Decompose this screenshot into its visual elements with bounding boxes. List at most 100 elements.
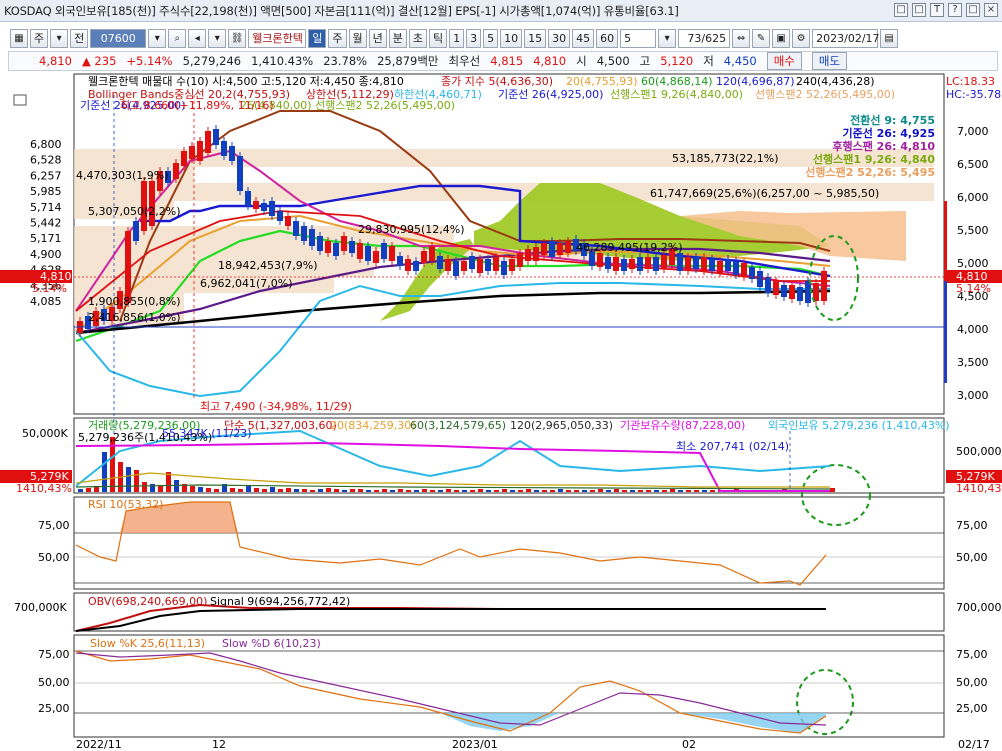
- volume-bar: [414, 490, 419, 492]
- vp-label-8: 6,962,041(7,0%): [200, 277, 293, 290]
- volume-bar: [350, 489, 355, 492]
- maximize-icon[interactable]: □: [966, 3, 980, 17]
- num-5[interactable]: 5: [483, 28, 499, 48]
- volume-bar: [422, 489, 427, 492]
- legend-span1: 선행스팬1 9,26(4,840,00): [610, 88, 743, 101]
- candle-body: [293, 221, 299, 236]
- interval-year[interactable]: 년: [368, 28, 387, 48]
- volume-bar: [622, 490, 627, 492]
- volume-bar: [582, 490, 587, 492]
- volume-bar: [366, 490, 371, 492]
- candle-body: [269, 201, 275, 216]
- volume-bar: [78, 489, 83, 492]
- interval-minute[interactable]: 분: [388, 28, 407, 48]
- sell-button[interactable]: 매도: [811, 52, 848, 70]
- stoch-tick-50-right: 50,00: [956, 676, 988, 689]
- volume-bar: [470, 490, 475, 492]
- vp-label-5: 29,830,995(12,4%): [358, 223, 465, 236]
- interval-week[interactable]: 주: [328, 28, 347, 48]
- candle-body: [637, 257, 643, 271]
- candle-body: [229, 146, 235, 161]
- num-45[interactable]: 45: [572, 28, 595, 48]
- candle-body: [549, 241, 555, 257]
- interval-second[interactable]: 초: [408, 28, 427, 48]
- prev-button[interactable]: 전: [70, 28, 89, 48]
- open-label: 시: [576, 54, 587, 68]
- candle-body: [493, 257, 499, 271]
- candle-body: [389, 246, 395, 261]
- vol-ytick-left: 50,000K: [22, 427, 68, 440]
- candle-body: [373, 251, 379, 263]
- volume-bar: [310, 490, 315, 492]
- stock-code-input[interactable]: 07600: [90, 28, 147, 48]
- price-ytick-left: 4,085: [30, 295, 62, 308]
- tile-icon[interactable]: □: [912, 3, 926, 17]
- link-icon[interactable]: ⛓: [228, 28, 247, 48]
- scale-icon[interactable]: ⇔: [732, 28, 751, 48]
- text-icon[interactable]: T: [930, 3, 944, 17]
- candle-body: [445, 259, 451, 271]
- close-icon[interactable]: ×: [984, 3, 998, 17]
- interval-tick[interactable]: 틱: [429, 28, 448, 48]
- buy-button[interactable]: 매수: [766, 52, 802, 70]
- price-ytick-right: 3,500: [957, 356, 989, 369]
- candle-body: [397, 256, 403, 266]
- chevron-down-icon[interactable]: ▾: [50, 28, 69, 48]
- num-10[interactable]: 10: [500, 28, 523, 48]
- num-30[interactable]: 30: [548, 28, 571, 48]
- candle-body: [701, 257, 707, 271]
- volume-bar: [438, 490, 443, 492]
- num-15[interactable]: 15: [524, 28, 547, 48]
- num-1[interactable]: 1: [449, 28, 465, 48]
- best-sell: 4,815: [490, 54, 524, 68]
- obv-tick-left: 700,000K: [14, 601, 67, 614]
- candle-body: [717, 261, 723, 273]
- vp-label-1: 53,185,773(22,1%): [672, 152, 779, 165]
- candle-body: [277, 211, 283, 221]
- help-icon[interactable]: ?: [948, 3, 962, 17]
- volume-bar: [198, 487, 203, 492]
- volume-bar: [374, 490, 379, 492]
- date-input[interactable]: 2023/02/17: [812, 28, 880, 48]
- volume-bar: [206, 488, 211, 492]
- gear-icon[interactable]: ⚙: [792, 28, 811, 48]
- candle-body: [597, 253, 603, 267]
- chevron-down-icon[interactable]: ▾: [658, 28, 677, 48]
- turnover: 23.78%: [323, 54, 368, 68]
- high-annotation: 최고 8,660(+11,89%, 11/16): [120, 99, 274, 112]
- vol-legend-ma20: 20(834,259,30): [330, 419, 416, 432]
- interval-month[interactable]: 월: [348, 28, 367, 48]
- volume-bar: [550, 490, 555, 492]
- vp-label-9: 1,900,855(0,8%): [88, 295, 181, 308]
- draw-icon[interactable]: ✎: [752, 28, 771, 48]
- stoch-tick-50-left: 50,00: [38, 676, 70, 689]
- calendar-icon[interactable]: ▤: [880, 28, 899, 48]
- candle-body: [173, 163, 179, 179]
- chevron-down-icon[interactable]: ▾: [148, 28, 167, 48]
- vol-min-ann: 최소 207,741 (02/14): [676, 440, 789, 453]
- search-icon[interactable]: ⌕: [168, 28, 187, 48]
- high-label: 고: [639, 54, 651, 68]
- volume-bar: [326, 488, 331, 492]
- candle-body: [797, 287, 803, 301]
- count-select[interactable]: 5: [620, 28, 657, 48]
- num-60[interactable]: 60: [596, 28, 619, 48]
- period-select[interactable]: 주: [30, 28, 49, 48]
- volume-bar: [478, 489, 483, 492]
- volume-icon[interactable]: ◂: [188, 28, 207, 48]
- volume-bar: [142, 482, 147, 492]
- chevron-down-icon[interactable]: ▾: [208, 28, 227, 48]
- best-label: 최우선: [448, 54, 481, 68]
- restore-icon[interactable]: □: [894, 3, 908, 17]
- interval-day[interactable]: 일: [308, 28, 327, 48]
- grid-icon[interactable]: ▦: [10, 28, 28, 48]
- candle-body: [469, 256, 475, 269]
- save-icon[interactable]: ▣: [772, 28, 791, 48]
- candle-body: [205, 131, 211, 153]
- num-3[interactable]: 3: [466, 28, 482, 48]
- volume-bar: [390, 490, 395, 492]
- vol-max-ann2: 55,347K (11/23): [162, 427, 251, 440]
- volume-bar: [286, 488, 291, 492]
- chart-canvas[interactable]: 웰크론한텍 매물대 수(10) 시:4,500 고:5,120 저:4,450 …: [0, 71, 1002, 751]
- candle-body: [685, 257, 691, 271]
